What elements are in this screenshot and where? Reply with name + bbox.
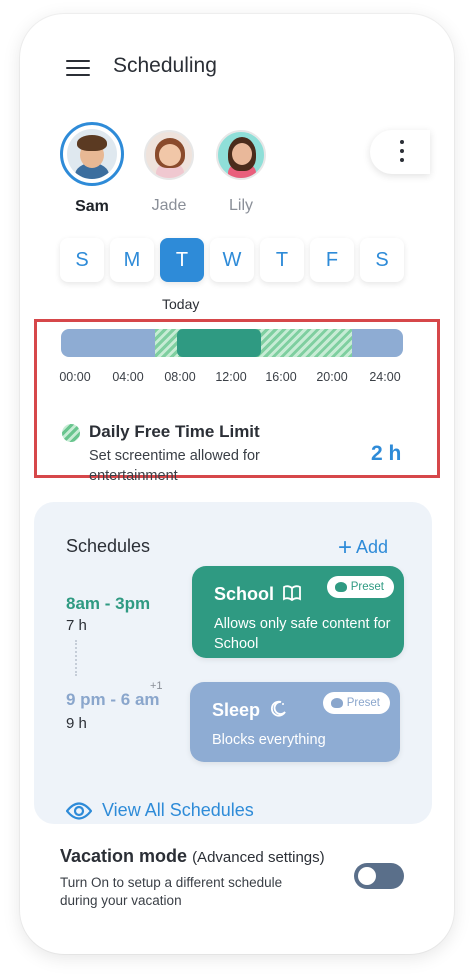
schedule-time: 8am - 3pm — [66, 594, 151, 613]
day-monday[interactable]: M — [110, 238, 154, 282]
book-icon — [283, 585, 301, 602]
day-selector: S M T W T F S — [60, 238, 404, 282]
plus-icon: + — [338, 534, 353, 561]
today-label: Today — [162, 296, 200, 312]
timeline-ticks: 00:00 04:00 08:00 12:00 16:00 20:00 24:0… — [55, 370, 415, 386]
day-friday[interactable]: F — [310, 238, 354, 282]
add-label: Add — [356, 537, 389, 557]
schedule-description: Blocks everything — [212, 732, 326, 748]
avatar — [216, 130, 266, 180]
day-saturday[interactable]: S — [360, 238, 404, 282]
add-schedule-button[interactable]: + Add — [338, 534, 388, 562]
school-segment — [177, 329, 261, 357]
profile-lily[interactable]: Lily — [216, 130, 266, 215]
schedule-duration: 9 h — [66, 715, 87, 732]
profile-name: Sam — [75, 198, 109, 215]
schedule-duration: 7 h — [66, 617, 87, 634]
phone-frame: Scheduling Sam Jade Lily S M T W T F S T… — [20, 14, 454, 954]
preset-icon — [334, 582, 347, 592]
schedule-card-school[interactable]: School Allows only safe content for Scho… — [192, 566, 404, 658]
tick-label: 04:00 — [112, 370, 144, 384]
vacation-mode-toggle[interactable] — [354, 863, 404, 889]
hamburger-icon[interactable] — [66, 58, 92, 78]
vacation-mode-subtitle: (Advanced settings) — [192, 849, 325, 866]
schedule-name: School — [214, 584, 301, 605]
schedule-time: 9 pm - 6 am — [66, 690, 160, 709]
page-title: Scheduling — [113, 54, 217, 77]
avatar — [144, 130, 194, 180]
day-tuesday[interactable]: T — [160, 238, 204, 282]
tick-label: 00:00 — [59, 370, 91, 384]
tick-label: 24:00 — [369, 370, 401, 384]
toggle-knob — [358, 867, 376, 885]
free-time-legend-icon — [62, 424, 80, 442]
tick-label: 12:00 — [215, 370, 247, 384]
profile-sam[interactable]: Sam — [60, 122, 124, 216]
timeline-bar[interactable] — [61, 329, 403, 357]
more-vertical-icon — [400, 140, 404, 144]
more-options-button[interactable] — [370, 130, 430, 174]
schedules-title: Schedules — [66, 536, 151, 556]
day-thursday[interactable]: T — [260, 238, 304, 282]
eye-icon — [66, 801, 92, 820]
profile-name: Jade — [151, 197, 187, 214]
profile-jade[interactable]: Jade — [144, 130, 194, 215]
next-day-marker: +1 — [150, 680, 163, 692]
timeline-connector — [75, 640, 77, 676]
view-all-schedules-link[interactable]: View All Schedules — [66, 800, 254, 821]
schedule-card-sleep[interactable]: Sleep Blocks everything Preset — [190, 682, 400, 762]
tick-label: 08:00 — [164, 370, 196, 384]
preset-badge: Preset — [322, 692, 390, 714]
preset-badge: Preset — [326, 576, 394, 598]
day-wednesday[interactable]: W — [210, 238, 254, 282]
schedule-description: Allows only safe content for School — [214, 616, 391, 652]
day-sunday[interactable]: S — [60, 238, 104, 282]
preset-icon — [330, 698, 343, 708]
tick-label: 20:00 — [316, 370, 348, 384]
avatar — [60, 122, 124, 186]
moon-icon — [271, 700, 286, 717]
schedules-card: Schedules + Add 8am - 3pm 7 h 9 pm - 6 am… — [34, 502, 432, 824]
vacation-mode-title: Vacation mode (Advanced settings) — [60, 846, 325, 866]
vacation-mode-description: Turn On to setup a different schedule du… — [60, 875, 283, 908]
daily-timeline-panel: 00:00 04:00 08:00 12:00 16:00 20:00 24:0… — [34, 319, 440, 484]
free-time-description: Set screentime allowed for entertainment — [89, 448, 260, 484]
view-all-label: View All Schedules — [102, 800, 254, 820]
free-time-value[interactable]: 2 h — [371, 442, 401, 466]
profile-name: Lily — [228, 197, 253, 214]
tick-label: 16:00 — [265, 370, 297, 384]
free-time-title: Daily Free Time Limit — [89, 422, 260, 441]
schedule-name: Sleep — [212, 700, 287, 721]
